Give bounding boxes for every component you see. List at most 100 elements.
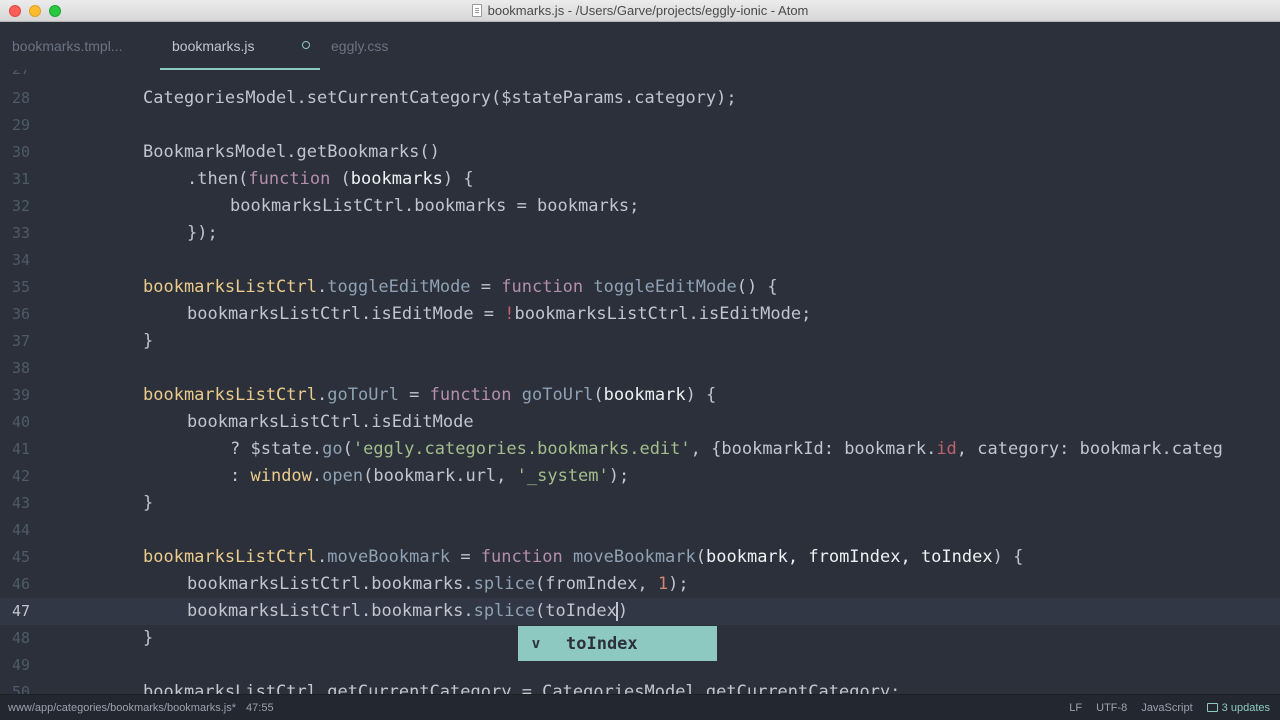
code-text: : window.open(bookmark.url, '_system'); — [230, 463, 629, 490]
line-number: 32 — [11, 197, 30, 215]
code-line: 37 } — [0, 328, 1280, 355]
code-line: 50 bookmarksListCtrl.getCurrentCategory … — [0, 679, 1280, 694]
code-token: bookmarksListCtrl — [143, 547, 317, 567]
code-text: } — [143, 331, 154, 351]
tab-bar: bookmarks.tmpl... bookmarks.js eggly.css — [0, 22, 1280, 70]
title-bar: bookmarks.js - /Users/Garve/projects/egg… — [0, 0, 1280, 22]
cursor-position[interactable]: 47:55 — [246, 702, 274, 714]
zoom-window-button[interactable] — [49, 5, 61, 17]
code-token: goToUrl — [521, 385, 594, 405]
code-editor[interactable]: 27 28 CategoriesModel.setCurrentCategory… — [0, 70, 1280, 694]
autocomplete-suggestion[interactable]: v toIndex — [518, 626, 717, 661]
code-token: ) { — [685, 385, 717, 405]
modified-indicator-icon[interactable] — [302, 41, 310, 49]
code-token: 1 — [657, 574, 669, 594]
document-icon — [471, 4, 482, 17]
code-token: bookmark — [603, 385, 686, 405]
code-text: bookmarksListCtrl.isEditMode = !bookmark… — [187, 301, 811, 328]
code-line: 31 .then(function (bookmarks) { — [0, 166, 1280, 193]
code-line: 33 }); — [0, 220, 1280, 247]
line-number: 36 — [11, 305, 30, 323]
code-token: '_system' — [516, 466, 609, 486]
code-line: 41 ? $state.go('eggly.categories.bookmar… — [0, 436, 1280, 463]
tab-label: bookmarks.tmpl... — [12, 38, 123, 54]
code-token: function — [480, 547, 563, 567]
status-bar: www/app/categories/bookmarks/bookmarks.j… — [0, 694, 1280, 720]
code-token: . — [317, 547, 328, 567]
code-text: bookmarksListCtrl.getCurrentCategory = C… — [143, 682, 901, 694]
line-number: 31 — [11, 170, 30, 188]
line-ending-selector[interactable]: LF — [1069, 702, 1082, 714]
code-text: BookmarksModel.getBookmarks() — [143, 142, 440, 162]
status-bar-left: www/app/categories/bookmarks/bookmarks.j… — [8, 702, 274, 714]
line-number: 39 — [11, 386, 30, 404]
minimize-window-button[interactable] — [29, 5, 41, 17]
suggestion-text: toIndex — [566, 633, 638, 654]
code-token: moveBookmark — [572, 547, 696, 567]
encoding-selector[interactable]: UTF-8 — [1096, 702, 1127, 714]
window-title-wrap: bookmarks.js - /Users/Garve/projects/egg… — [471, 3, 809, 18]
code-token: function — [429, 385, 512, 405]
tab-eggly-css[interactable]: eggly.css — [331, 22, 388, 70]
line-number: 47 — [11, 602, 30, 620]
line-number: 29 — [11, 116, 30, 134]
code-line: 43 } — [0, 490, 1280, 517]
tab-bookmarks-tmpl[interactable]: bookmarks.tmpl... — [12, 22, 122, 70]
code-line: 35 bookmarksListCtrl.toggleEditMode = fu… — [0, 274, 1280, 301]
updates-label: 3 updates — [1221, 701, 1270, 714]
window-title: bookmarks.js - /Users/Garve/projects/egg… — [487, 3, 809, 18]
code-token: function — [248, 169, 331, 189]
line-number: 44 — [11, 521, 30, 539]
code-token: . — [317, 277, 328, 297]
line-number: 27 — [0, 70, 30, 83]
code-line: 28 CategoriesModel.setCurrentCategory($s… — [0, 85, 1280, 112]
code-token: ! — [504, 304, 515, 324]
code-line: 38 — [0, 355, 1280, 382]
code-line-current: 47 bookmarksListCtrl.bookmarks.splice(to… — [0, 598, 1280, 625]
code-text: } — [143, 493, 154, 513]
code-token: window — [250, 466, 312, 486]
code-text: bookmarksListCtrl.isEditMode — [187, 412, 474, 432]
grammar-selector[interactable]: JavaScript — [1141, 702, 1192, 714]
code-text: .then(function (bookmarks) { — [187, 166, 474, 193]
code-token: splice — [473, 601, 535, 621]
code-token: goToUrl — [327, 385, 399, 405]
file-path[interactable]: www/app/categories/bookmarks/bookmarks.j… — [8, 702, 236, 714]
close-window-button[interactable] — [9, 5, 21, 17]
code-text: bookmarksListCtrl.bookmarks = bookmarks; — [230, 196, 640, 216]
line-number: 34 — [11, 251, 30, 269]
code-token: ( — [330, 169, 351, 189]
code-text: }); — [187, 223, 218, 243]
tab-bookmarks-js[interactable]: bookmarks.js — [172, 22, 254, 70]
code-token: ); — [608, 466, 630, 486]
code-line: 34 — [0, 247, 1280, 274]
line-number: 37 — [11, 332, 30, 350]
code-token: 'eggly.categories.bookmarks.edit' — [352, 439, 691, 459]
code-token: ? — [230, 439, 251, 459]
code-token: ) { — [992, 547, 1024, 567]
updates-button[interactable]: 3 updates — [1206, 701, 1270, 714]
code-token: , { — [690, 439, 722, 459]
code-token: ) — [617, 601, 629, 621]
code-token: ); — [668, 574, 689, 594]
tab-label: bookmarks.js — [172, 38, 255, 54]
line-number: 46 — [11, 575, 30, 593]
status-bar-right: LF UTF-8 JavaScript 3 updates — [1069, 702, 1270, 714]
code-text: CategoriesModel.setCurrentCategory($stat… — [143, 88, 737, 108]
code-text: bookmarksListCtrl.bookmarks.splice(fromI… — [187, 571, 689, 598]
code-token: bookmarkId: bookmark. — [721, 439, 937, 459]
code-token: toggleEditMode — [327, 277, 471, 297]
code-token: ) { — [442, 169, 474, 189]
code-line: 40 bookmarksListCtrl.isEditMode — [0, 409, 1280, 436]
code-line: 30 BookmarksModel.getBookmarks() — [0, 139, 1280, 166]
line-number: 28 — [11, 89, 30, 107]
code-token: .then( — [187, 169, 249, 189]
line-number: 49 — [11, 656, 30, 674]
code-token: (toIndex — [535, 601, 617, 621]
code-text: bookmarksListCtrl.toggleEditMode = funct… — [143, 274, 778, 301]
code-token: bookmarksListCtrl.isEditMode; — [514, 304, 812, 324]
code-token: ( — [342, 439, 353, 459]
code-line: 36 bookmarksListCtrl.isEditMode = !bookm… — [0, 301, 1280, 328]
line-number: 41 — [11, 440, 30, 458]
